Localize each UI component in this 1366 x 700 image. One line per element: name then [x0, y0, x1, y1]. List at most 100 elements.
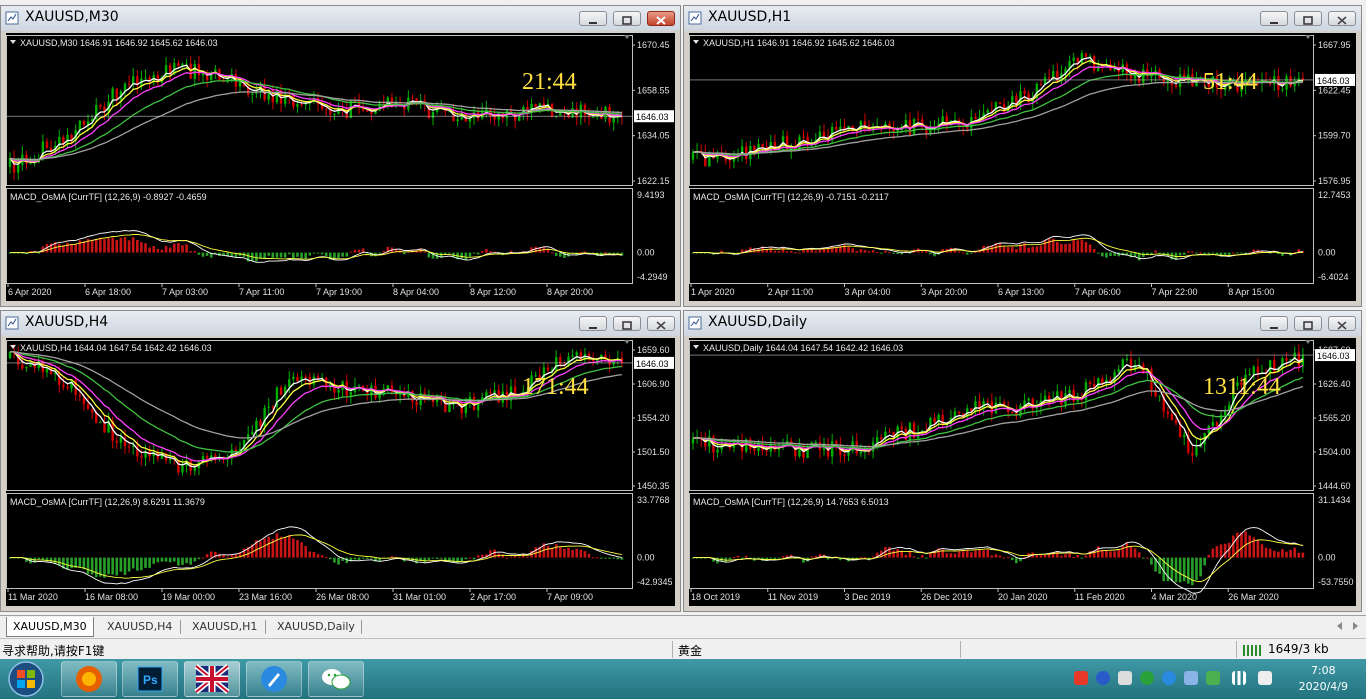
candle-body	[17, 164, 20, 173]
macd-histogram-bar	[1084, 241, 1088, 253]
macd-histogram-bar	[476, 252, 480, 255]
window-titlebar[interactable]: XAUUSD,H4	[1, 311, 680, 336]
maximize-button[interactable]	[1294, 316, 1322, 331]
maximize-button[interactable]	[613, 316, 641, 331]
window-titlebar[interactable]: XAUUSD,H1	[684, 6, 1361, 31]
price-axis-label: 1687.60	[1318, 345, 1351, 355]
taskbar-firefox-button[interactable]	[61, 661, 117, 697]
close-button[interactable]	[647, 316, 675, 331]
chart-window-h4[interactable]: XAUUSD,H4 1646.03 1659.60 1606.90 1554.20 15…	[0, 310, 681, 612]
macd-main-line	[10, 526, 622, 585]
tray-network-icon[interactable]	[1232, 671, 1246, 685]
candle-body	[489, 392, 492, 394]
tray-keyboard-icon[interactable]	[1118, 671, 1132, 685]
candle-body	[66, 134, 69, 144]
taskbar-photoshop-button[interactable]: Ps	[122, 661, 178, 697]
chart-pane[interactable]: 1646.03 1670.45 1658.55 1634.05 1622.15 XAUUS…	[6, 33, 675, 301]
macd-histogram-bar	[871, 250, 875, 253]
tray-security-icon[interactable]	[1206, 671, 1220, 685]
candle-body	[25, 366, 28, 369]
macd-histogram-bar	[177, 557, 180, 566]
tab-separators	[180, 620, 362, 634]
tray-pen-icon[interactable]	[1162, 671, 1176, 685]
close-button[interactable]	[1328, 11, 1356, 26]
macd-histogram-bar	[505, 557, 509, 559]
macd-histogram-bar	[1105, 550, 1108, 558]
taskbar-metatrader-button[interactable]	[184, 661, 240, 697]
macd-histogram-bar	[300, 542, 303, 558]
macd-histogram-bar	[834, 247, 838, 253]
tray-shield-icon[interactable]	[1184, 671, 1198, 685]
macd-histogram-bar	[1199, 557, 1202, 577]
minimize-button[interactable]	[579, 11, 607, 26]
macd-histogram-bar	[1195, 557, 1198, 581]
close-button[interactable]	[1328, 316, 1356, 331]
price-chart[interactable]: 1646.031687.601626.401565.201504.001444.…	[689, 338, 1356, 606]
taskbar-wechat-button[interactable]	[308, 661, 364, 697]
macd-histogram-bar	[814, 250, 818, 253]
taskbar-clock[interactable]: 7:08 2020/4/9	[1299, 663, 1348, 695]
chart-info-label: XAUUSD,H1 1646.91 1646.92 1645.62 1646.0…	[703, 38, 895, 48]
macd-histogram-bar	[300, 252, 303, 259]
chart-window-h1[interactable]: XAUUSD,H1 1646.03 1667.95 1622.45 1599.70 15…	[683, 5, 1362, 307]
macd-histogram-bar	[608, 557, 611, 559]
candle-body	[127, 83, 131, 85]
chart-pane[interactable]: 1646.03 1687.60 1626.40 1565.20 1504.00 1444.…	[689, 338, 1356, 606]
tray-help-icon[interactable]	[1096, 671, 1110, 685]
macd-histogram-bar	[370, 557, 373, 559]
time-axis-label: 26 Mar 2020	[1228, 592, 1279, 602]
candle-body	[745, 146, 748, 160]
tab-scroll-left-icon[interactable]	[1335, 621, 1345, 631]
macd-histogram-bar	[1248, 535, 1251, 558]
macd-histogram-bar	[794, 252, 797, 254]
macd-histogram-bar	[855, 557, 859, 559]
time-axis-label: 26 Mar 08:00	[316, 592, 369, 602]
macd-histogram-bar	[1293, 547, 1297, 558]
macd-histogram-bar	[324, 556, 328, 558]
status-profile[interactable]: 黄金	[678, 642, 702, 659]
price-axis-label: 1622.45	[1318, 85, 1351, 95]
macd-histogram-bar	[94, 557, 98, 578]
macd-histogram-bar	[1191, 251, 1194, 253]
minimize-button[interactable]	[579, 316, 607, 331]
time-axis-label: 8 Apr 04:00	[393, 287, 439, 297]
macd-histogram-bar	[172, 557, 176, 562]
window-titlebar[interactable]: XAUUSD,Daily	[684, 311, 1361, 336]
time-axis-label: 6 Apr 2020	[8, 287, 52, 297]
start-orb-icon[interactable]	[6, 659, 46, 699]
tray-sogou-icon[interactable]	[1074, 671, 1088, 685]
bar-countdown-timer: 1311:44	[1203, 374, 1281, 400]
macd-histogram-bar	[349, 251, 353, 253]
candle-body	[591, 117, 595, 119]
macd-axis-label: 12.7453	[1318, 190, 1351, 200]
macd-histogram-bar	[123, 236, 127, 253]
candle-body	[835, 126, 838, 130]
price-chart[interactable]: 1646.03 1659.60 1606.90 1554.20 1501.50 1450.…	[6, 338, 675, 606]
chart-window-daily[interactable]: XAUUSD,Daily 1646.03 1687.60 1626.40 1565.2…	[683, 310, 1362, 612]
minimize-button[interactable]	[1260, 11, 1288, 26]
candle-body	[493, 390, 496, 393]
chart-pane[interactable]: 1646.03 1667.95 1622.45 1599.70 1576.95 XAUUS…	[689, 33, 1356, 301]
chart-window-m30[interactable]: XAUUSD,M30 1646.03 1670.45 1658.55 1634.05 1…	[0, 5, 681, 307]
macd-histogram-bar	[847, 246, 850, 253]
macd-histogram-bar	[435, 557, 439, 559]
macd-histogram-bar	[961, 551, 965, 558]
candle-body	[1195, 447, 1198, 456]
macd-histogram-bar	[1178, 557, 1182, 583]
tab-scroll-right-icon[interactable]	[1350, 621, 1360, 631]
taskbar-pen-button[interactable]	[246, 661, 302, 697]
tray-volume-icon[interactable]	[1258, 671, 1272, 685]
close-button[interactable]	[647, 11, 675, 26]
minimize-button[interactable]	[1260, 316, 1288, 331]
maximize-button[interactable]	[1294, 11, 1322, 26]
price-chart[interactable]: 1646.031667.951622.451599.701576.95XAUUS…	[689, 33, 1356, 301]
tray-wechat-icon[interactable]	[1140, 671, 1154, 685]
chart-pane[interactable]: 1646.03 1659.60 1606.90 1554.20 1501.50 1450.…	[6, 338, 675, 606]
candle-body	[1268, 360, 1272, 374]
window-titlebar[interactable]: XAUUSD,M30	[1, 6, 680, 31]
maximize-button[interactable]	[613, 11, 641, 26]
price-chart[interactable]: 1646.03 1670.45 1658.55 1634.05 1622.15 XAUUS…	[6, 33, 675, 301]
time-axis-label: 7 Apr 22:00	[1152, 287, 1198, 297]
candle-body	[1097, 378, 1100, 388]
macd-histogram-bar	[1015, 249, 1018, 253]
